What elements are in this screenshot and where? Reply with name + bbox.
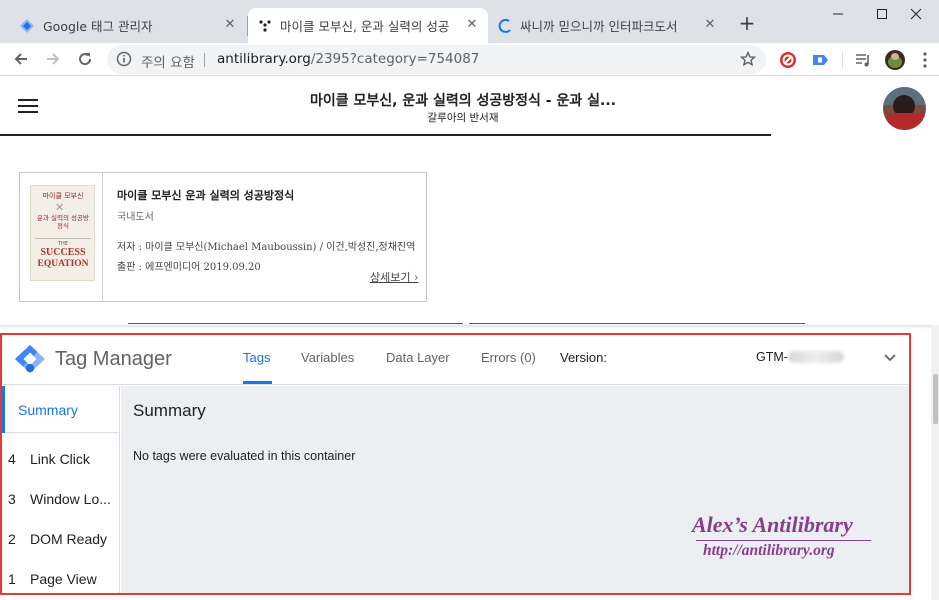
antilibrary-favicon-icon bbox=[259, 19, 271, 32]
book-author: 저자 : 마이클 모부신(Michael Mauboussin) / 이건,박성… bbox=[117, 242, 416, 253]
tab-errors[interactable]: Errors (0) bbox=[481, 350, 536, 365]
reload-button[interactable] bbox=[74, 48, 96, 70]
summary-title: Summary bbox=[133, 401, 206, 420]
header-divider bbox=[0, 134, 771, 136]
tab-title: 싸니까 믿으니까 인터파크도서 bbox=[520, 19, 678, 34]
minimize-button[interactable] bbox=[815, 0, 861, 28]
cover-x-mark: ✕ bbox=[55, 201, 65, 214]
event-number: 4 bbox=[8, 451, 16, 467]
active-tab-indicator bbox=[243, 381, 272, 384]
devtools-split-border bbox=[0, 325, 939, 329]
tab-title: 마이클 모부신, 운과 실력의 성공 bbox=[280, 19, 450, 34]
author-avatar[interactable] bbox=[883, 87, 926, 130]
section-divider bbox=[469, 323, 805, 324]
container-id-redacted bbox=[788, 351, 844, 363]
tag-manager-debug-panel: Tag Manager Tags Variables Data Layer Er… bbox=[0, 333, 911, 595]
new-tab-button[interactable]: + bbox=[737, 13, 757, 33]
reload-icon bbox=[79, 53, 92, 66]
gtm-favicon-icon bbox=[20, 18, 34, 33]
page-scrollbar-thumb[interactable] bbox=[933, 374, 938, 424]
section-divider bbox=[128, 323, 463, 324]
book-details-link[interactable]: 상세보기 › bbox=[370, 269, 418, 285]
hamburger-menu-icon[interactable] bbox=[18, 99, 38, 115]
maximize-icon bbox=[877, 9, 887, 19]
no-tags-message: No tags were evaluated in this container bbox=[133, 449, 356, 463]
tab-strip: Google 태그 관리자 ✕ 마이클 모부신, 운과 실력의 성공 ✕ 싸니까… bbox=[0, 0, 939, 43]
url-host: antilibrary.org bbox=[217, 51, 311, 67]
sidebar-item-dom-ready[interactable]: 2 DOM Ready bbox=[8, 531, 107, 547]
cover-en-success: SUCCESS bbox=[40, 247, 86, 258]
sidebar-item-summary[interactable]: Summary bbox=[2, 386, 119, 433]
tag-manager-header: Tag Manager Tags Variables Data Layer Er… bbox=[2, 335, 909, 385]
arrow-right-icon bbox=[47, 53, 60, 65]
more-vertical-icon[interactable] bbox=[915, 50, 935, 70]
toolbar-divider bbox=[842, 52, 843, 68]
watermark-title: Alex’s Antilibrary bbox=[692, 512, 853, 537]
back-button[interactable] bbox=[10, 48, 32, 70]
cover-title: 운과 실력의 성공방정식 bbox=[37, 214, 89, 230]
sidebar-summary-label: Summary bbox=[18, 402, 78, 418]
book-info-card: 마이클 모부신 ✕ 운과 실력의 성공방정식 THE SUCCESS EQUAT… bbox=[19, 172, 427, 302]
page-scrollbar[interactable] bbox=[931, 325, 939, 600]
star-icon[interactable] bbox=[740, 51, 756, 67]
event-label: DOM Ready bbox=[30, 531, 108, 547]
event-sidebar: Summary 4 Link Click 3 Window Lo... 2 DOM R… bbox=[2, 386, 120, 593]
selected-indicator bbox=[2, 386, 5, 433]
url-path: /2395?category=754087 bbox=[310, 51, 480, 67]
event-number: 3 bbox=[8, 491, 16, 507]
book-cover-image[interactable]: 마이클 모부신 ✕ 운과 실력의 성공방정식 THE SUCCESS EQUAT… bbox=[30, 185, 95, 281]
event-label: Page View bbox=[30, 571, 97, 587]
tag-manager-logo-icon bbox=[15, 345, 45, 373]
arrow-left-icon bbox=[14, 53, 27, 65]
cover-en-equation: EQUATION bbox=[37, 259, 89, 269]
media-controls-icon[interactable] bbox=[853, 50, 873, 70]
book-category: 국내도서 bbox=[117, 212, 154, 223]
watermark-url: http://antilibrary.org bbox=[703, 542, 835, 559]
tab-antilibrary[interactable]: 마이클 모부신, 운과 실력의 성공 ✕ bbox=[248, 8, 488, 43]
minimize-icon bbox=[833, 13, 843, 15]
forward-button[interactable] bbox=[42, 48, 64, 70]
sidebar-item-page-view[interactable]: 1 Page View bbox=[8, 571, 97, 587]
blog-name[interactable]: 갈루아의 반서재 bbox=[180, 110, 746, 125]
loading-spinner-icon bbox=[498, 18, 511, 33]
watermark-underline bbox=[696, 540, 871, 541]
event-label: Window Lo... bbox=[30, 491, 111, 507]
tab-title: Google 태그 관리자 bbox=[43, 19, 153, 34]
sidebar-item-link-click[interactable]: 4 Link Click bbox=[8, 451, 90, 467]
close-icon bbox=[910, 8, 922, 20]
event-number: 1 bbox=[8, 571, 16, 587]
security-warning[interactable]: 주의 요함 bbox=[141, 51, 195, 71]
info-icon[interactable] bbox=[116, 51, 132, 67]
tab-data-layer[interactable]: Data Layer bbox=[386, 350, 450, 365]
omnibox-divider bbox=[204, 53, 205, 67]
tab-interpark[interactable]: 싸니까 믿으니까 인터파크도서 ✕ bbox=[490, 8, 726, 43]
sidebar-item-window-loaded[interactable]: 3 Window Lo... bbox=[8, 491, 111, 507]
close-tab-icon[interactable]: ✕ bbox=[222, 17, 238, 33]
summary-content: Summary No tags were evaluated in this c… bbox=[121, 386, 909, 593]
book-title[interactable]: 마이클 모부신 운과 실력의 성공방정식 bbox=[117, 187, 294, 203]
event-number: 2 bbox=[8, 531, 16, 547]
chevron-down-icon[interactable] bbox=[883, 353, 897, 363]
adblock-extension-icon[interactable] bbox=[778, 50, 798, 70]
close-tab-icon[interactable]: ✕ bbox=[464, 17, 480, 33]
page-title: 마이클 모부신, 운과 실력의 성공방정식 - 운과 실... bbox=[310, 93, 616, 109]
url-text[interactable]: antilibrary.org/2395?category=754087 bbox=[217, 51, 479, 67]
tag-manager-brand: Tag Manager bbox=[55, 348, 172, 370]
event-label: Link Click bbox=[30, 451, 90, 467]
close-window-button[interactable] bbox=[893, 0, 939, 28]
tab-tags[interactable]: Tags bbox=[243, 350, 270, 365]
address-bar[interactable]: 주의 요함 antilibrary.org/2395?category=7540… bbox=[107, 45, 766, 74]
tab-google-tag-manager[interactable]: Google 태그 관리자 ✕ bbox=[10, 8, 246, 43]
tab-variables[interactable]: Variables bbox=[301, 350, 354, 365]
container-id: GTM- bbox=[756, 350, 788, 364]
book-card-divider bbox=[102, 173, 103, 301]
cover-author: 마이클 모부신 bbox=[42, 192, 84, 200]
browser-toolbar: 주의 요함 antilibrary.org/2395?category=7540… bbox=[0, 43, 939, 76]
close-tab-icon[interactable]: ✕ bbox=[702, 17, 718, 33]
tag-assistant-extension-icon[interactable] bbox=[810, 50, 830, 70]
profile-avatar[interactable] bbox=[885, 50, 905, 70]
version-label: Version: bbox=[560, 350, 607, 365]
book-publisher: 출판 : 에프엔미디어 2019.09.20 bbox=[117, 262, 261, 273]
